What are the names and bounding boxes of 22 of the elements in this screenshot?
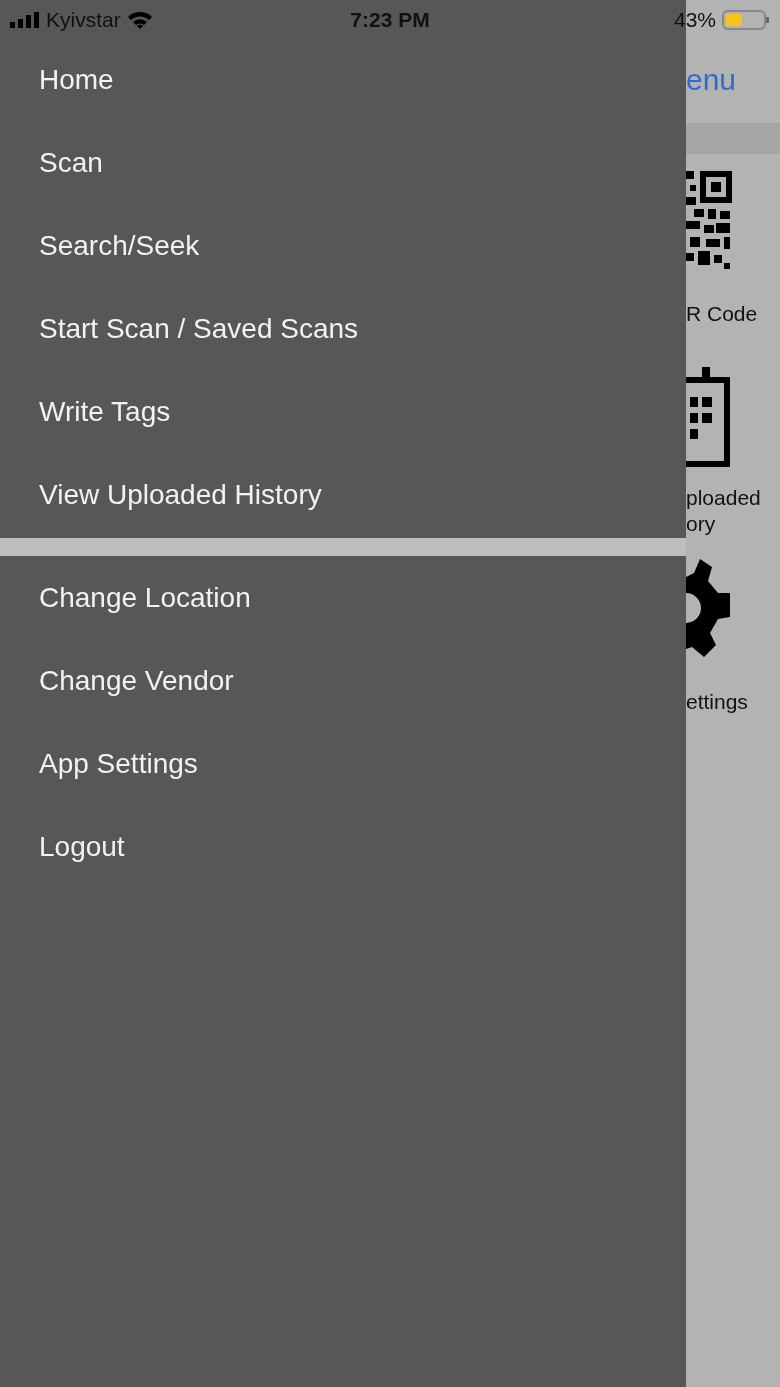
- menu-item[interactable]: Change Location: [0, 564, 686, 647]
- tile-label: ettings: [686, 689, 748, 715]
- menu-item[interactable]: Scan: [0, 129, 686, 212]
- menu-item[interactable]: Search/Seek: [0, 212, 686, 295]
- menu-item[interactable]: App Settings: [0, 730, 686, 813]
- wifi-icon: [126, 11, 153, 29]
- gear-icon: [686, 559, 732, 659]
- carrier-name: Kyivstar: [46, 8, 121, 32]
- clock: 7:23 PM: [350, 8, 430, 32]
- menu-item[interactable]: Home: [0, 46, 686, 129]
- menu-item[interactable]: Write Tags: [0, 378, 686, 461]
- menu-item[interactable]: Start Scan / Saved Scans: [0, 295, 686, 378]
- tile-label: ploaded: [686, 485, 761, 511]
- clipboard-icon: [686, 367, 732, 467]
- qr-code-icon: [686, 171, 732, 271]
- tile-label: R Code: [686, 301, 758, 327]
- tile-label: ory: [686, 511, 716, 537]
- menu-item[interactable]: Change Vendor: [0, 647, 686, 730]
- signal-icon: [10, 12, 40, 28]
- menu-item[interactable]: View Uploaded History: [0, 461, 686, 544]
- battery-icon: [722, 9, 770, 31]
- menu-item[interactable]: Logout: [0, 813, 686, 896]
